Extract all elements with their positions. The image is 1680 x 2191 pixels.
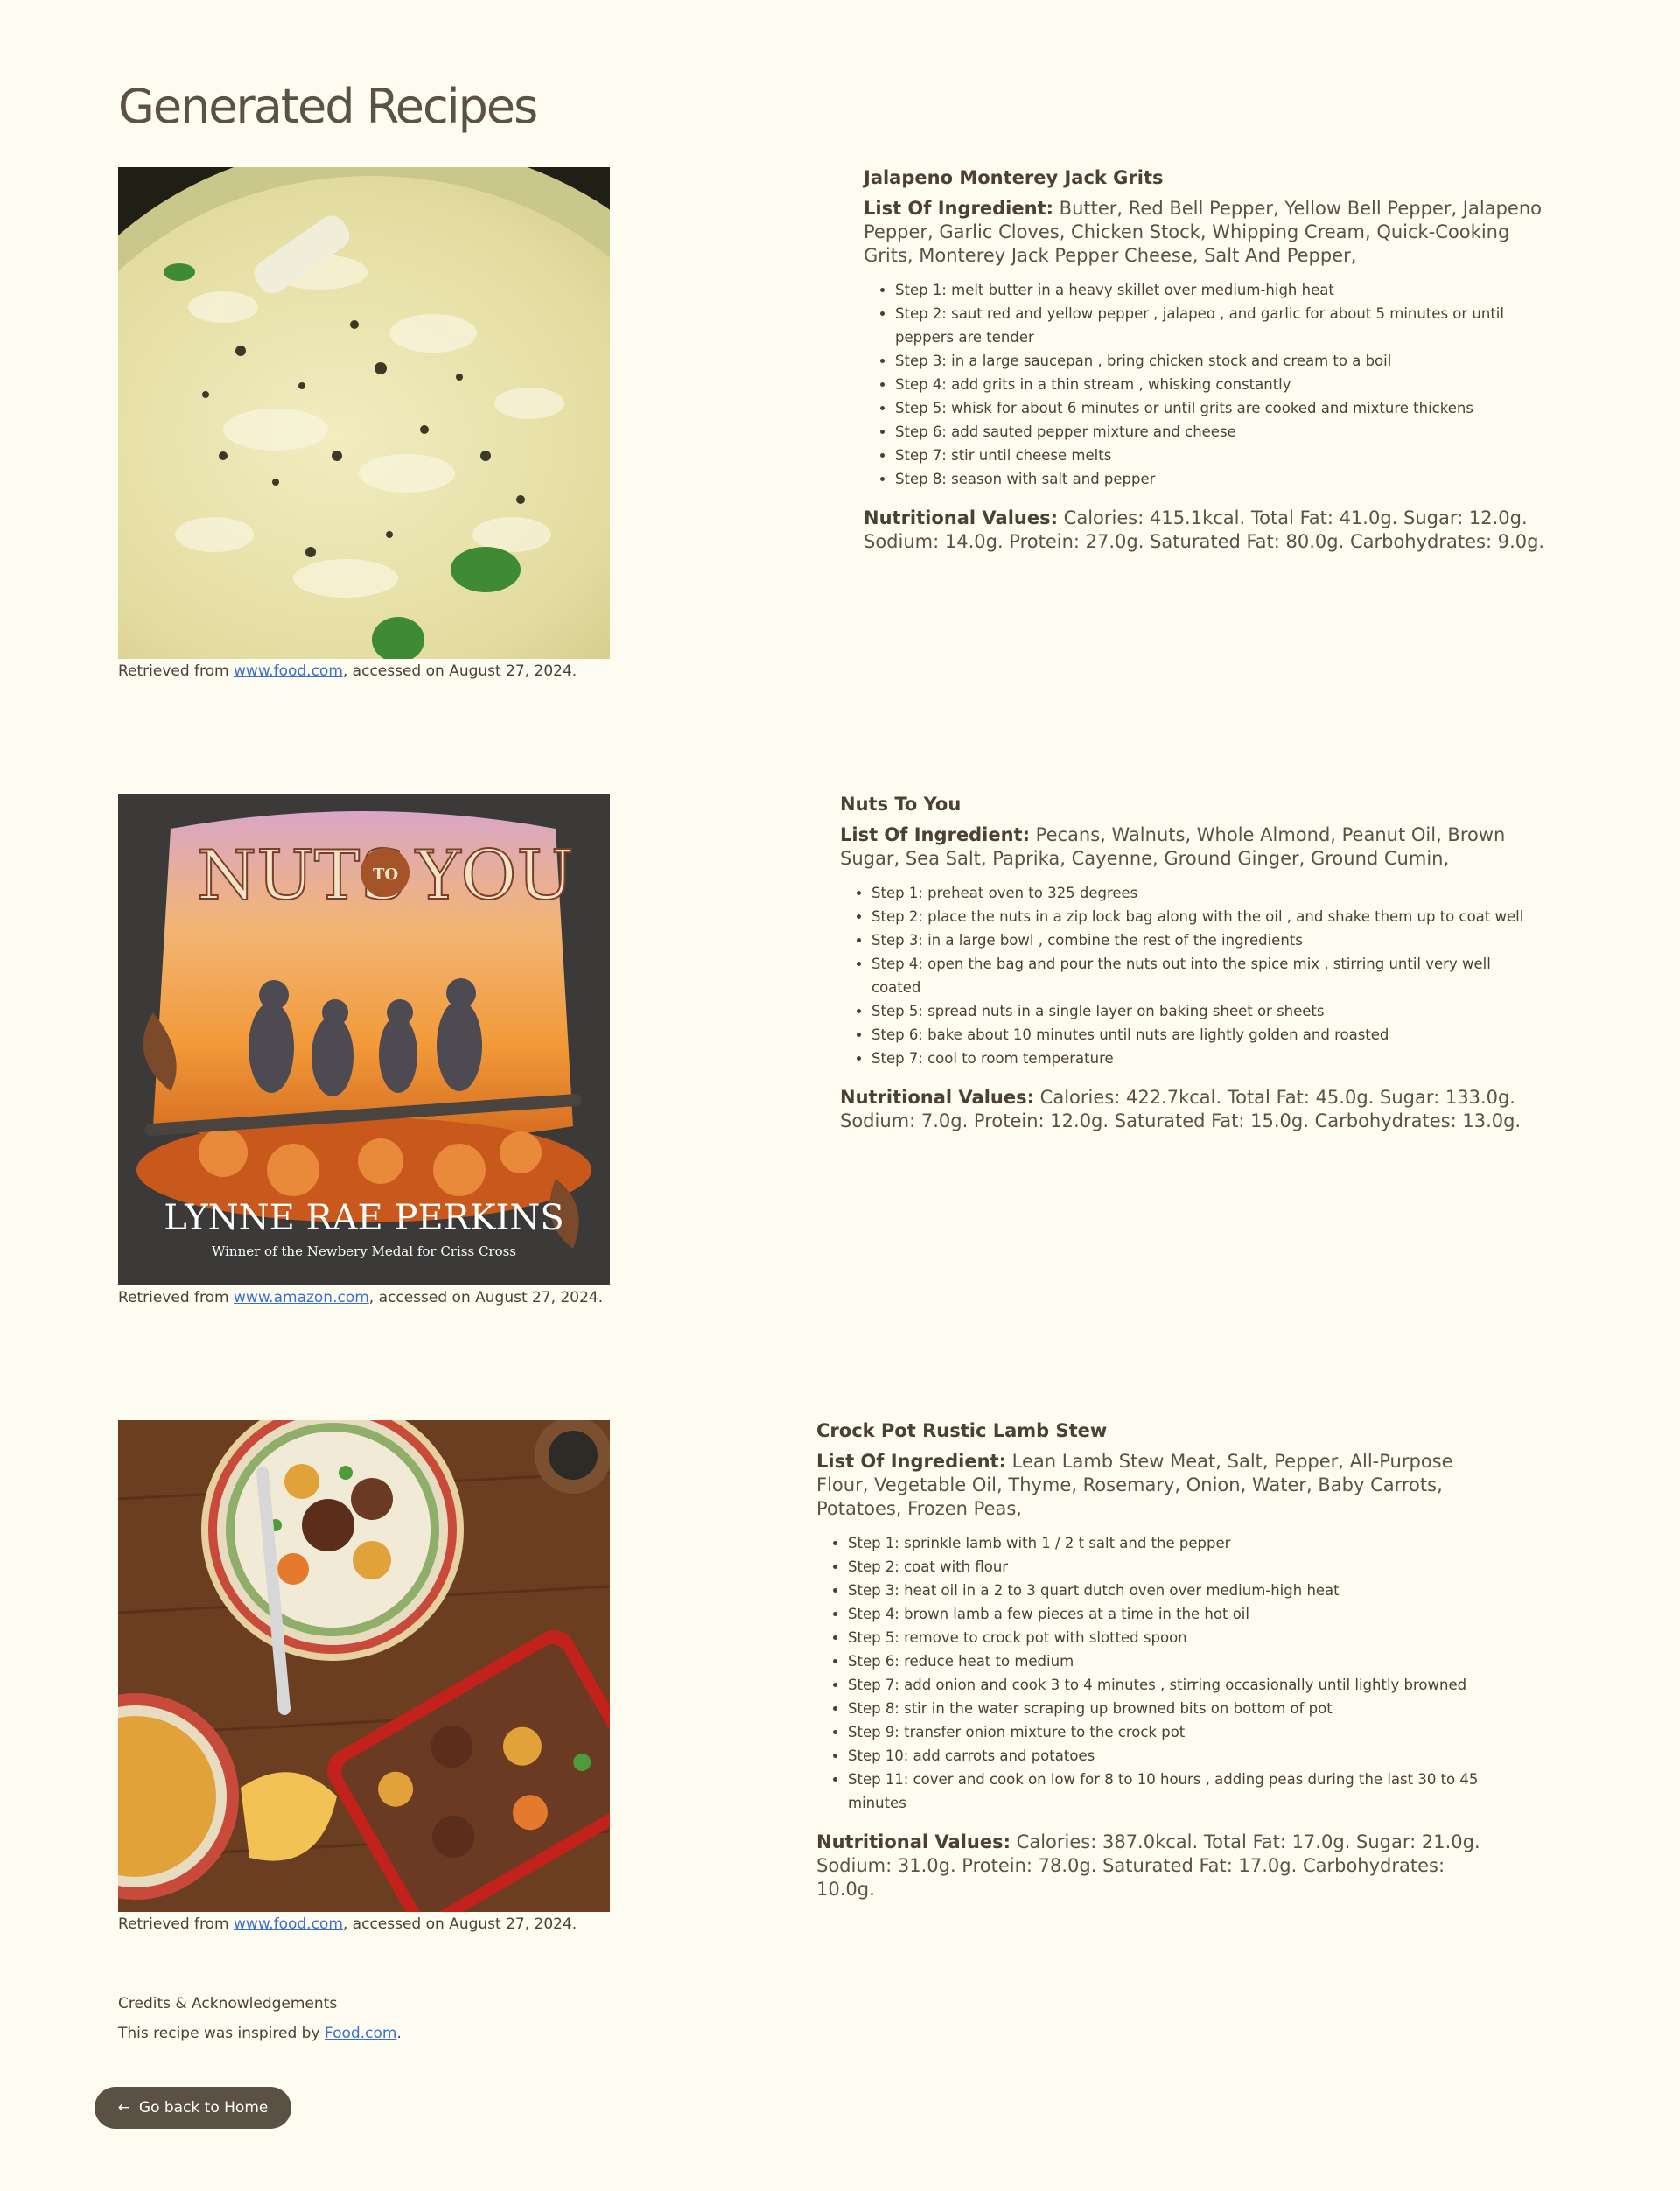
attribution-prefix: Retrieved from (118, 1915, 234, 1933)
credits-text: This recipe was inspired by Food.com. (118, 2025, 402, 2042)
image-attribution: Retrieved from www.food.com, accessed on… (118, 1915, 577, 1933)
step-item: Step 3: heat oil in a 2 to 3 quart dutch… (848, 1578, 1508, 1602)
step-item: Step 5: spread nuts in a single layer on… (872, 999, 1531, 1023)
food-com-link[interactable]: Food.com (325, 2025, 396, 2042)
steps-list: Step 1: sprinkle lamb with 1 / 2 t salt … (816, 1531, 1508, 1815)
recipe-details: Nuts To You List Of Ingredient: Pecans, … (840, 794, 1531, 1133)
stew-photo (118, 1420, 610, 1912)
step-item: Step 8: season with salt and pepper (895, 467, 1555, 491)
attribution-suffix: , accessed on August 27, 2024. (342, 662, 578, 680)
step-item: Step 6: add sauted pepper mixture and ch… (895, 420, 1555, 444)
nutrition-label: Nutritional Values: (864, 508, 1058, 528)
step-item: Step 3: in a large bowl , combine the re… (872, 928, 1531, 952)
nutrition-label: Nutritional Values: (816, 1831, 1011, 1852)
page-title: Generated Recipes (118, 79, 538, 134)
attribution-suffix: , accessed on August 27, 2024. (342, 1915, 578, 1933)
cover-title-to: TO (373, 865, 398, 884)
step-item: Step 1: preheat oven to 325 degrees (872, 881, 1531, 905)
source-link[interactable]: www.food.com (234, 662, 343, 680)
nutritional-values: Nutritional Values: Calories: 415.1kcal.… (864, 507, 1555, 554)
cover-title-you: YOU (415, 836, 574, 915)
grits-photo (118, 167, 610, 659)
credits-title: Credits & Acknowledgements (118, 1995, 338, 2012)
credits-section: Credits & Acknowledgements This recipe w… (118, 1995, 402, 2042)
image-attribution: Retrieved from www.amazon.com, accessed … (118, 1289, 603, 1306)
steps-list: Step 1: preheat oven to 325 degrees Step… (840, 881, 1531, 1070)
step-item: Step 4: open the bag and pour the nuts o… (872, 952, 1531, 999)
step-item: Step 1: sprinkle lamb with 1 / 2 t salt … (848, 1531, 1508, 1555)
credits-prefix: This recipe was inspired by (118, 2025, 325, 2042)
ingredients-label: List Of Ingredient: (864, 198, 1054, 219)
step-item: Step 4: add grits in a thin stream , whi… (895, 373, 1555, 396)
cover-author: LYNNE RAE PERKINS (164, 1198, 564, 1238)
step-item: Step 2: saut red and yellow pepper , jal… (895, 302, 1555, 349)
recipe-title: Crock Pot Rustic Lamb Stew (816, 1420, 1108, 1441)
source-link[interactable]: www.food.com (234, 1915, 343, 1933)
recipe-title: Nuts To You (840, 794, 962, 815)
cover-tagline: Winner of the Newbery Medal for Criss Cr… (212, 1243, 516, 1259)
nutrition-label: Nutritional Values: (840, 1087, 1034, 1108)
step-item: Step 2: place the nuts in a zip lock bag… (872, 905, 1531, 928)
step-item: Step 7: cool to room temperature (872, 1046, 1531, 1070)
source-link[interactable]: www.amazon.com (234, 1289, 369, 1306)
nutritional-values: Nutritional Values: Calories: 422.7kcal.… (840, 1086, 1531, 1133)
book-cover: NUTS TO YOU LYNNE RAE PERKINS Winner of … (118, 794, 610, 1285)
image-attribution: Retrieved from www.food.com, accessed on… (118, 662, 577, 680)
attribution-prefix: Retrieved from (118, 1289, 234, 1306)
recipe-details: Crock Pot Rustic Lamb Stew List Of Ingre… (816, 1420, 1508, 1901)
step-item: Step 5: whisk for about 6 minutes or unt… (895, 396, 1555, 420)
attribution-suffix: , accessed on August 27, 2024. (368, 1289, 604, 1306)
go-back-home-button[interactable]: ← Go back to Home (94, 2087, 291, 2129)
step-item: Step 8: stir in the water scraping up br… (848, 1697, 1508, 1720)
step-item: Step 9: transfer onion mixture to the cr… (848, 1720, 1508, 1744)
recipe-details: Jalapeno Monterey Jack Grits List Of Ing… (864, 167, 1555, 554)
attribution-prefix: Retrieved from (118, 662, 234, 680)
step-item: Step 10: add carrots and potatoes (848, 1744, 1508, 1768)
step-item: Step 7: stir until cheese melts (895, 444, 1555, 467)
home-button-label: Go back to Home (138, 2099, 269, 2117)
step-item: Step 1: melt butter in a heavy skillet o… (895, 278, 1555, 302)
recipe-title: Jalapeno Monterey Jack Grits (864, 167, 1164, 188)
nutritional-values: Nutritional Values: Calories: 387.0kcal.… (816, 1830, 1508, 1901)
ingredients-list: List Of Ingredient: Butter, Red Bell Pep… (864, 197, 1555, 268)
step-item: Step 3: in a large saucepan , bring chic… (895, 349, 1555, 373)
ingredients-list: List Of Ingredient: Lean Lamb Stew Meat,… (816, 1450, 1508, 1521)
step-item: Step 5: remove to crock pot with slotted… (848, 1626, 1508, 1649)
ingredients-list: List Of Ingredient: Pecans, Walnuts, Who… (840, 823, 1531, 871)
arrow-left-icon: ← (117, 2099, 130, 2117)
step-item: Step 2: coat with flour (848, 1555, 1508, 1578)
step-item: Step 7: add onion and cook 3 to 4 minute… (848, 1673, 1508, 1697)
step-item: Step 11: cover and cook on low for 8 to … (848, 1768, 1508, 1815)
step-item: Step 4: brown lamb a few pieces at a tim… (848, 1602, 1508, 1626)
ingredients-label: List Of Ingredient: (816, 1451, 1006, 1472)
credits-suffix: . (396, 2025, 402, 2042)
ingredients-label: List Of Ingredient: (840, 824, 1030, 845)
steps-list: Step 1: melt butter in a heavy skillet o… (864, 278, 1555, 491)
step-item: Step 6: bake about 10 minutes until nuts… (872, 1023, 1531, 1046)
step-item: Step 6: reduce heat to medium (848, 1649, 1508, 1673)
